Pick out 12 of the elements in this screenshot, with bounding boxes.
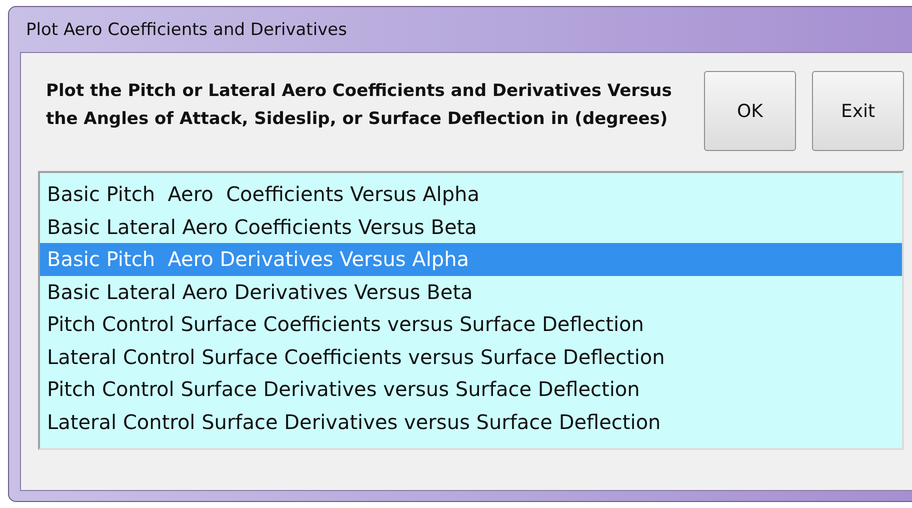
exit-button[interactable]: Exit	[812, 71, 904, 151]
list-item[interactable]: Lateral Control Surface Coefficients versus Surface Deflection	[40, 340, 902, 373]
list-item[interactable]: Pitch Control Surface Coefficients versus Surface Deflection	[40, 308, 902, 340]
list-item[interactable]: Basic Lateral Aero Coefficients Versus Beta	[40, 210, 902, 243]
instruction-text: Plot the Pitch or Lateral Aero Coefficients and Derivatives Versus the Angles of Attack, Sideslip, or Surface Deflection in (degrees)	[45, 80, 673, 131]
list-item[interactable]: Basic Pitch Aero Coefficients Versus Alpha	[40, 178, 902, 210]
list-box[interactable]	[38, 171, 904, 450]
list-item[interactable]: Pitch Control Surface Derivatives versus Surface Deflection	[40, 373, 902, 406]
list-item[interactable]: Lateral Control Surface Derivatives versus Surface Deflection	[40, 406, 902, 438]
window-title: Plot Aero Coefficients and Derivatives	[25, 18, 348, 42]
ok-button[interactable]: OK	[704, 71, 796, 151]
list-item[interactable]: Basic Lateral Aero Derivatives Versus Beta	[40, 276, 902, 308]
